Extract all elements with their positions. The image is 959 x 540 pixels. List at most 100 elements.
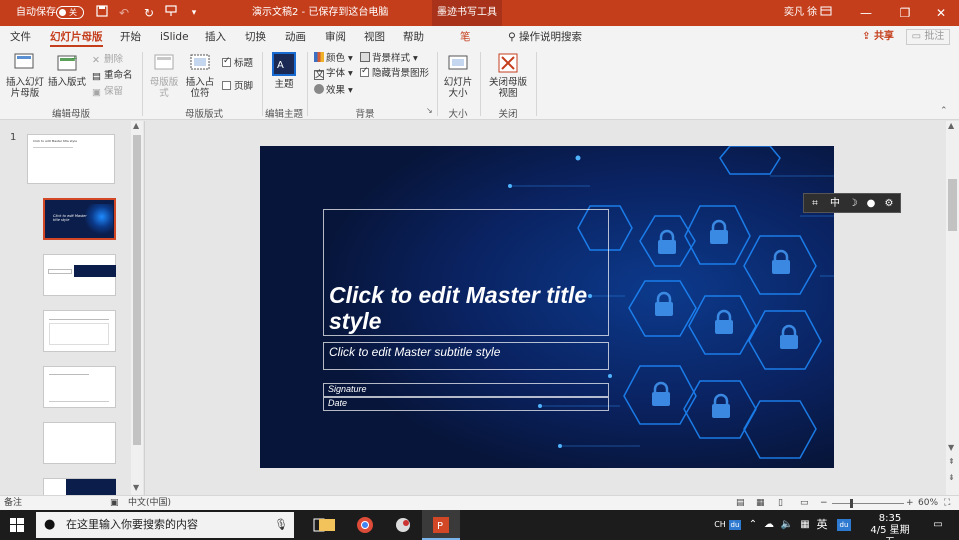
autosave-toggle[interactable]: 关: [56, 6, 84, 19]
slide-size-button[interactable]: 幻灯片大小: [442, 52, 474, 99]
dialog-launcher-icon[interactable]: ↘: [426, 106, 433, 115]
share-button[interactable]: ⇪ 共享: [856, 29, 900, 45]
moon-icon[interactable]: ☽: [846, 197, 860, 211]
powerpoint-icon[interactable]: P: [422, 510, 460, 540]
tab-animations[interactable]: 动画: [285, 29, 306, 47]
ime-mode[interactable]: 英: [814, 510, 830, 540]
normal-view-icon[interactable]: ▤: [736, 497, 745, 509]
thumbnail-layout-6[interactable]: [43, 478, 116, 496]
slideshow-icon[interactable]: ▭: [800, 497, 809, 509]
title-checkbox[interactable]: 标题: [222, 56, 253, 69]
chrome-icon[interactable]: [346, 510, 384, 540]
volume-icon[interactable]: 🔈: [780, 510, 794, 540]
network-icon[interactable]: ▦: [798, 510, 812, 540]
microphone-icon[interactable]: 🎙: [274, 512, 288, 538]
tab-file[interactable]: 文件: [10, 29, 31, 47]
tab-help[interactable]: 帮助: [403, 29, 424, 47]
delete-button[interactable]: ✕ 删除: [92, 54, 123, 66]
colors-dropdown[interactable]: 颜色 ▾: [314, 52, 353, 64]
undo-icon[interactable]: ↶: [116, 5, 132, 21]
ribbon-options-icon[interactable]: [818, 5, 834, 21]
windows-start-icon[interactable]: [10, 518, 24, 532]
thumbnail-layout-1[interactable]: Click to edit Master title style: [43, 198, 116, 240]
master-slide-canvas[interactable]: Click to edit Master title style Click t…: [260, 146, 834, 468]
tab-transitions[interactable]: 切换: [245, 29, 266, 47]
toolbar-mid-button[interactable]: 中: [828, 197, 842, 211]
thumbnail-layout-3[interactable]: [43, 310, 116, 352]
thumbnail-layout-2[interactable]: [43, 254, 116, 296]
taskbar-search-box[interactable]: ● 在这里输入你要搜索的内容 🎙: [36, 512, 294, 538]
zoom-slider[interactable]: [832, 499, 904, 508]
rename-button[interactable]: ▤ 重命名: [92, 70, 133, 82]
zoom-level[interactable]: 60%: [918, 497, 938, 509]
thumbnails-scrollbar[interactable]: ▲ ▼: [131, 121, 143, 495]
onedrive-icon[interactable]: ☁: [762, 510, 776, 540]
tab-pen[interactable]: 笔: [460, 29, 471, 47]
tab-review[interactable]: 审阅: [325, 29, 346, 47]
themes-button[interactable]: A 主题: [268, 52, 300, 90]
thumbnail-layout-4[interactable]: [43, 366, 116, 408]
microphone-icon[interactable]: ●: [864, 197, 878, 211]
hide-background-checkbox[interactable]: 隐藏背景图形: [360, 66, 429, 79]
present-icon[interactable]: [163, 5, 179, 21]
scroll-thumb[interactable]: [133, 135, 141, 445]
tell-me-search[interactable]: ⚲ 操作说明搜索: [508, 29, 582, 47]
tab-home[interactable]: 开始: [120, 29, 141, 47]
thumbnail-layout-5[interactable]: [43, 422, 116, 464]
tab-islide[interactable]: iSlide: [160, 29, 189, 47]
background-styles-dropdown[interactable]: 背景样式 ▾: [360, 52, 418, 64]
close-master-view-button[interactable]: 关闭母版视图: [486, 52, 530, 99]
tab-view[interactable]: 视图: [364, 29, 385, 47]
insert-placeholder-button[interactable]: 插入占位符: [182, 52, 218, 99]
collapse-ribbon-icon[interactable]: ⌃: [940, 106, 948, 116]
crop-icon[interactable]: ⌗: [808, 197, 822, 211]
footer-checkbox[interactable]: 页脚: [222, 81, 253, 92]
show-hidden-icons[interactable]: ⌃: [746, 510, 760, 540]
baidu-ime-icon[interactable]: du: [728, 510, 742, 540]
ime-language[interactable]: CH: [712, 510, 728, 540]
minimize-icon[interactable]: —: [850, 0, 882, 26]
signature-placeholder[interactable]: Signature: [323, 383, 609, 397]
notifications-icon[interactable]: ▭: [928, 510, 948, 540]
file-explorer-icon[interactable]: [308, 510, 346, 540]
baidu-icon[interactable]: du: [836, 510, 852, 540]
fonts-dropdown[interactable]: 文字体 ▾: [314, 68, 353, 80]
scroll-up-icon[interactable]: ▲: [948, 121, 954, 130]
effects-dropdown[interactable]: 效果 ▾: [314, 84, 353, 96]
fit-to-window-icon[interactable]: ⛶: [944, 497, 950, 509]
scroll-down-icon[interactable]: ▼: [948, 443, 954, 452]
save-icon[interactable]: [94, 5, 110, 21]
restore-icon[interactable]: ❐: [889, 0, 921, 26]
app-icon[interactable]: [384, 510, 422, 540]
next-slide-icon[interactable]: ⇟: [948, 473, 955, 482]
scroll-thumb[interactable]: [948, 179, 957, 231]
zoom-in-icon[interactable]: +: [906, 497, 914, 509]
preserve-button[interactable]: ▣ 保留: [92, 86, 123, 98]
insert-slide-master-button[interactable]: 插入幻灯片母版: [6, 52, 44, 99]
settings-icon[interactable]: ⚙: [882, 197, 896, 211]
master-layout-button[interactable]: 母版版式: [148, 52, 180, 99]
thumbnail-master[interactable]: Click to edit Master title style: [27, 134, 115, 184]
previous-slide-icon[interactable]: ⇞: [948, 457, 955, 466]
close-icon[interactable]: ✕: [925, 0, 957, 26]
spellcheck-icon[interactable]: ▣: [110, 497, 119, 509]
scroll-down-icon[interactable]: ▼: [133, 483, 139, 492]
insert-layout-button[interactable]: + 插入版式: [46, 52, 88, 88]
reading-view-icon[interactable]: ▯: [778, 497, 783, 509]
zoom-out-icon[interactable]: −: [820, 497, 828, 509]
title-placeholder[interactable]: Click to edit Master title style: [323, 209, 609, 336]
language-label[interactable]: 中文(中国): [128, 497, 171, 509]
tab-insert[interactable]: 插入: [205, 29, 226, 47]
slide-sorter-icon[interactable]: ▦: [756, 497, 765, 509]
canvas-scrollbar[interactable]: ▲ ▼ ⇞ ⇟: [946, 121, 959, 495]
redo-icon[interactable]: ↻: [141, 5, 157, 21]
subtitle-placeholder[interactable]: Click to edit Master subtitle style: [323, 342, 609, 370]
date-placeholder[interactable]: Date: [323, 397, 609, 411]
user-name[interactable]: 奕凡 徐: [784, 0, 817, 26]
zoom-slider-thumb[interactable]: [850, 499, 853, 508]
customize-qat-icon[interactable]: ▾: [186, 5, 202, 21]
clock[interactable]: 8:35 4/5 星期五: [868, 513, 912, 540]
contextual-tab-ink-tools[interactable]: 墨迹书写工具: [432, 0, 502, 26]
notes-label[interactable]: 备注: [4, 497, 22, 509]
comments-button[interactable]: ▭ 批注: [906, 29, 950, 45]
